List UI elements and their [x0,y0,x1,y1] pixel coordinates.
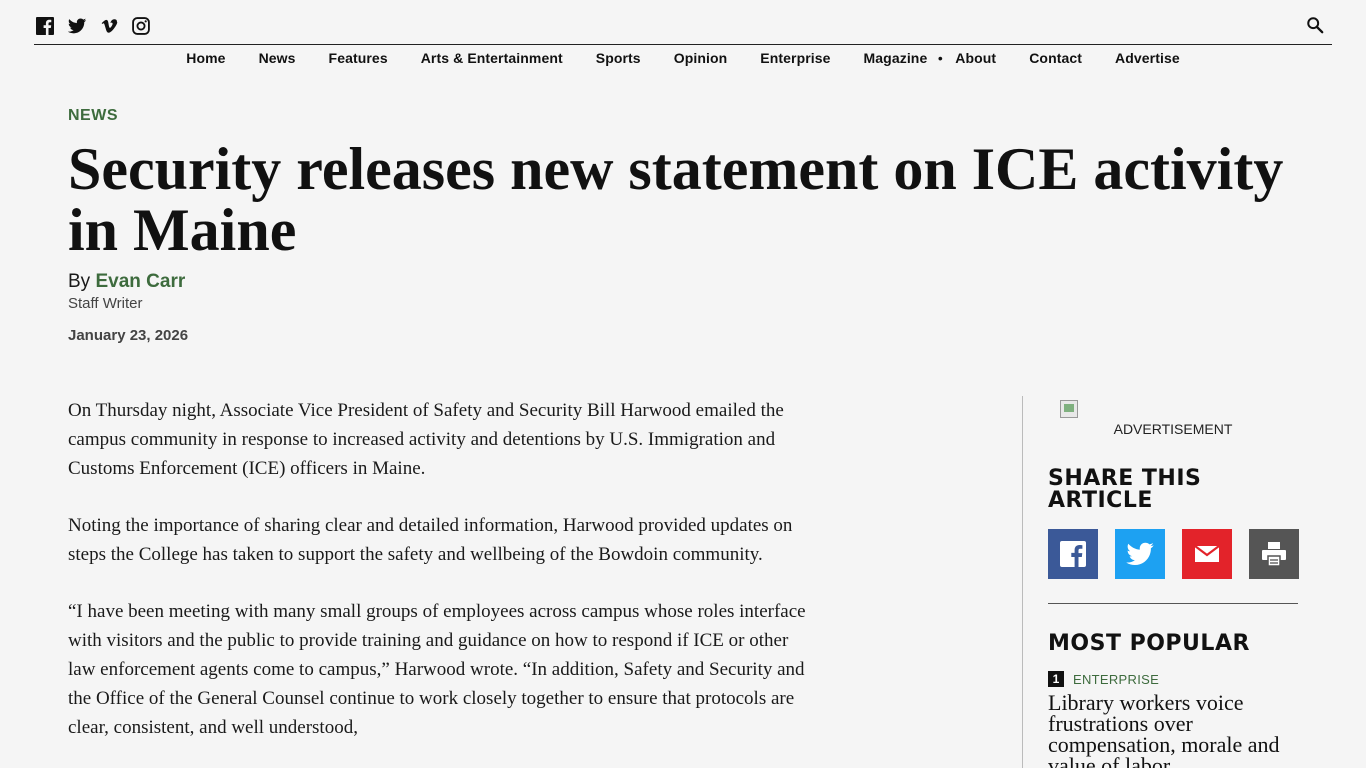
byline: By Evan Carr [68,271,185,293]
social-links [34,15,152,37]
article-paragraph: On Thursday night, Associate Vice Presid… [68,400,784,479]
nav-arts-entertainment[interactable]: Arts & Entertainment [421,50,563,66]
nav-enterprise[interactable]: Enterprise [760,50,830,66]
author-link[interactable]: Evan Carr [95,271,185,292]
facebook-icon[interactable] [34,15,56,37]
main-nav: Home News Features Arts & Entertainment … [0,46,1366,70]
popular-rank-badge: 1 [1048,671,1064,687]
publish-date: January 23, 2026 [68,327,189,344]
share-print-button[interactable] [1249,529,1299,579]
facebook-icon [1060,541,1086,567]
share-twitter-button[interactable] [1115,529,1165,579]
section-kicker[interactable]: NEWS [68,107,118,125]
twitter-icon[interactable] [66,15,88,37]
popular-category[interactable]: ENTERPRISE [1073,672,1159,687]
article-paragraph: Noting the importance of sharing clear a… [68,515,793,565]
nav-home[interactable]: Home [186,50,225,66]
vimeo-icon[interactable] [98,15,120,37]
nav-separator: • [937,50,943,66]
nav-sports[interactable]: Sports [596,50,641,66]
article-headline: Security releases new statement on ICE a… [68,136,1284,263]
nav-contact[interactable]: Contact [1029,50,1082,66]
sidebar-divider [1022,396,1023,768]
twitter-icon [1126,542,1154,565]
search-icon[interactable] [1306,16,1326,36]
most-popular-title: MOST POPULAR [1048,631,1250,656]
print-icon [1262,542,1286,567]
popular-headline-link[interactable]: Library workers voice frustrations over … [1048,692,1298,768]
nav-news[interactable]: News [259,50,296,66]
nav-advertise[interactable]: Advertise [1115,50,1180,66]
sidebar-divider-horizontal [1048,603,1298,604]
nav-about[interactable]: About [955,50,996,66]
instagram-icon[interactable] [130,15,152,37]
share-email-button[interactable] [1182,529,1232,579]
byline-prefix: By [68,271,91,292]
ad-image[interactable] [1060,400,1078,418]
article-paragraph: “I have been meeting with many small gro… [68,601,806,738]
article-body: On Thursday night, Associate Vice Presid… [68,396,813,768]
ad-label: ADVERTISEMENT [1113,421,1233,437]
nav-magazine[interactable]: Magazine [864,50,928,66]
top-bar [34,12,1332,45]
email-icon [1194,545,1220,562]
share-buttons [1048,529,1299,579]
nav-opinion[interactable]: Opinion [674,50,728,66]
share-facebook-button[interactable] [1048,529,1098,579]
author-role: Staff Writer [68,295,143,312]
share-title: SHARE THIS ARTICLE [1048,466,1202,513]
nav-features[interactable]: Features [329,50,388,66]
